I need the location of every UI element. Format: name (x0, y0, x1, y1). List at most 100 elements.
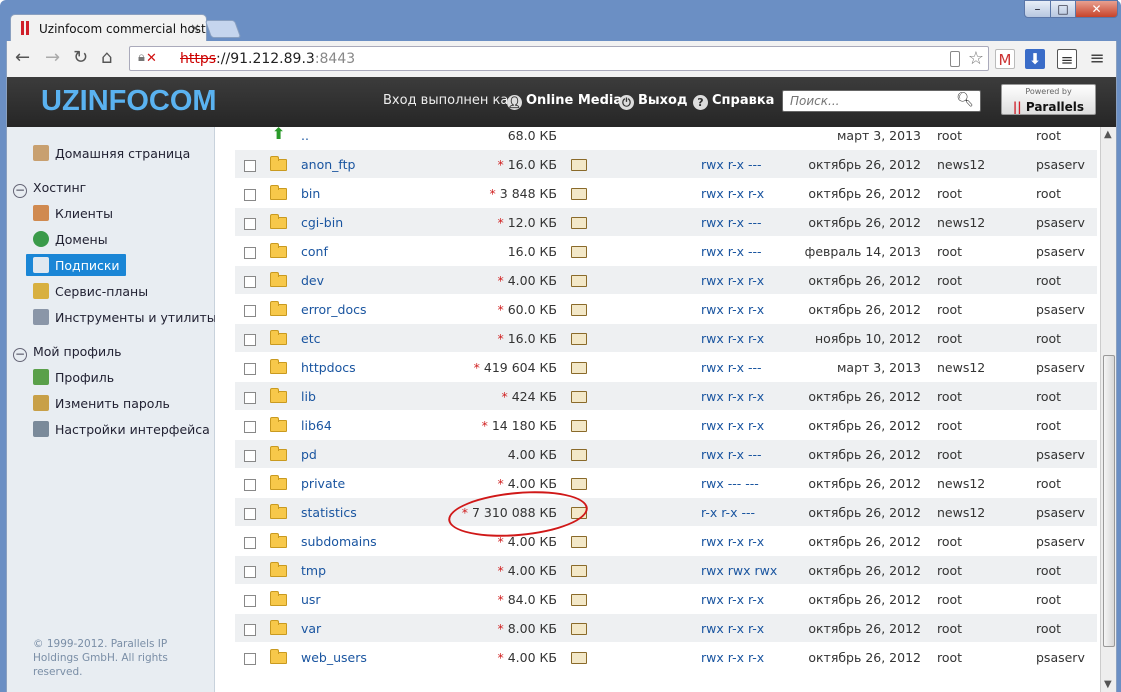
sidebar-item-interface-settings[interactable]: Настройки интерфейса (33, 421, 210, 437)
maximize-button[interactable]: □ (1050, 0, 1076, 18)
properties-icon[interactable] (571, 304, 587, 316)
properties-icon[interactable] (571, 362, 587, 374)
file-name-link[interactable]: subdomains (301, 534, 377, 549)
file-name-link[interactable]: httpdocs (301, 360, 356, 375)
search-box[interactable]: 🔍︎ (782, 90, 981, 112)
properties-icon[interactable] (571, 246, 587, 258)
sidebar-item-home[interactable]: Домашняя страница (33, 145, 190, 161)
new-tab-button[interactable] (204, 20, 242, 38)
row-checkbox[interactable] (244, 334, 256, 346)
properties-icon[interactable] (571, 333, 587, 345)
close-tab-icon[interactable]: × (190, 21, 200, 35)
properties-icon[interactable] (571, 478, 587, 490)
properties-icon[interactable] (571, 420, 587, 432)
properties-icon[interactable] (571, 565, 587, 577)
permissions-link[interactable]: rwx r-x --- (701, 215, 762, 230)
row-checkbox[interactable] (244, 276, 256, 288)
properties-icon[interactable] (571, 536, 587, 548)
scroll-up-icon[interactable]: ▲ (1104, 129, 1112, 140)
row-checkbox[interactable] (244, 363, 256, 375)
home-icon[interactable]: ⌂ (101, 49, 112, 67)
forward-icon[interactable]: → (45, 49, 60, 67)
bookmark-star-icon[interactable]: ☆ (968, 48, 984, 69)
file-name-link[interactable]: statistics (301, 505, 357, 520)
browser-tab[interactable]: Uzinfocom commercial hosting × (10, 14, 207, 42)
permissions-link[interactable]: rwx r-x r-x (701, 592, 764, 607)
scrollbar[interactable]: ▲ ▼ (1100, 127, 1117, 692)
row-checkbox[interactable] (244, 537, 256, 549)
file-name-link[interactable]: tmp (301, 563, 326, 578)
sidebar-group-hosting[interactable]: − Хостинг (13, 180, 86, 198)
sidebar-item-clients[interactable]: Клиенты (33, 205, 113, 221)
sidebar-item-domains[interactable]: Домены (33, 231, 108, 247)
file-name-link[interactable]: pd (301, 447, 317, 462)
row-checkbox[interactable] (244, 247, 256, 259)
file-name-link[interactable]: lib (301, 389, 316, 404)
address-bar[interactable]: 🔒︎ ✕ https://91.212.89.3:8443 ☆ (129, 46, 989, 71)
page-icon[interactable] (950, 51, 960, 67)
permissions-link[interactable]: rwx r-x --- (701, 360, 762, 375)
row-checkbox[interactable] (244, 624, 256, 636)
permissions-link[interactable]: rwx rwx rwx (701, 563, 777, 578)
file-name-link[interactable]: web_users (301, 650, 367, 665)
permissions-link[interactable]: rwx --- --- (701, 476, 759, 491)
help-link[interactable]: ? Справка (693, 93, 774, 110)
row-checkbox[interactable] (244, 450, 256, 462)
sidebar-item-profile[interactable]: Профиль (33, 369, 114, 385)
search-input[interactable] (790, 94, 950, 108)
permissions-link[interactable]: rwx r-x r-x (701, 331, 764, 346)
row-checkbox[interactable] (244, 508, 256, 520)
row-checkbox[interactable] (244, 566, 256, 578)
file-name-link[interactable]: var (301, 621, 321, 636)
properties-icon[interactable] (571, 594, 587, 606)
folder-up-icon[interactable]: ⬆ (272, 127, 286, 143)
minimize-button[interactable]: – (1024, 0, 1051, 18)
properties-icon[interactable] (571, 652, 587, 664)
file-name-link[interactable]: .. (301, 128, 309, 143)
row-checkbox[interactable] (244, 595, 256, 607)
back-icon[interactable]: ← (15, 49, 30, 67)
parallels-badge[interactable]: Powered by || Parallels (1001, 84, 1096, 115)
permissions-link[interactable]: rwx r-x r-x (701, 418, 764, 433)
reload-icon[interactable]: ↻ (73, 49, 88, 67)
permissions-link[interactable]: rwx r-x r-x (701, 273, 764, 288)
permissions-link[interactable]: r-x r-x --- (701, 505, 755, 520)
file-name-link[interactable]: usr (301, 592, 321, 607)
file-name-link[interactable]: conf (301, 244, 328, 259)
file-name-link[interactable]: anon_ftp (301, 157, 355, 172)
sidebar-item-change-password[interactable]: Изменить пароль (33, 395, 170, 411)
sidebar-group-my-profile[interactable]: − Мой профиль (13, 344, 121, 362)
row-checkbox[interactable] (244, 421, 256, 433)
logo[interactable]: UZINFOCOM (41, 85, 217, 118)
scroll-down-icon[interactable]: ▼ (1104, 679, 1112, 690)
file-name-link[interactable]: lib64 (301, 418, 332, 433)
file-name-link[interactable]: dev (301, 273, 324, 288)
properties-icon[interactable] (571, 391, 587, 403)
row-checkbox[interactable] (244, 305, 256, 317)
file-name-link[interactable]: error_docs (301, 302, 366, 317)
permissions-link[interactable]: rwx r-x r-x (701, 534, 764, 549)
properties-icon[interactable] (571, 188, 587, 200)
gmail-icon[interactable]: M (995, 49, 1015, 69)
menu-icon[interactable]: ≡ (1087, 49, 1107, 69)
file-name-link[interactable]: bin (301, 186, 320, 201)
permissions-link[interactable]: rwx r-x --- (701, 157, 762, 172)
close-window-button[interactable]: ✕ (1075, 0, 1118, 18)
row-checkbox[interactable] (244, 218, 256, 230)
sidebar-item-tools[interactable]: Инструменты и утилиты (33, 309, 217, 325)
search-icon[interactable]: 🔍︎ (956, 92, 974, 108)
file-name-link[interactable]: cgi-bin (301, 215, 343, 230)
download-icon[interactable]: ⬇ (1025, 49, 1045, 69)
sidebar-item-service-plans[interactable]: Сервис-планы (33, 283, 148, 299)
row-checkbox[interactable] (244, 653, 256, 665)
properties-icon[interactable] (571, 449, 587, 461)
row-checkbox[interactable] (244, 160, 256, 172)
row-checkbox[interactable] (244, 392, 256, 404)
user-link[interactable]: 👤︎ Online Media (507, 93, 622, 110)
row-checkbox[interactable] (244, 479, 256, 491)
file-name-link[interactable]: private (301, 476, 345, 491)
permissions-link[interactable]: rwx r-x r-x (701, 302, 764, 317)
properties-icon[interactable] (571, 623, 587, 635)
file-name-link[interactable]: etc (301, 331, 320, 346)
permissions-link[interactable]: rwx r-x --- (701, 244, 762, 259)
